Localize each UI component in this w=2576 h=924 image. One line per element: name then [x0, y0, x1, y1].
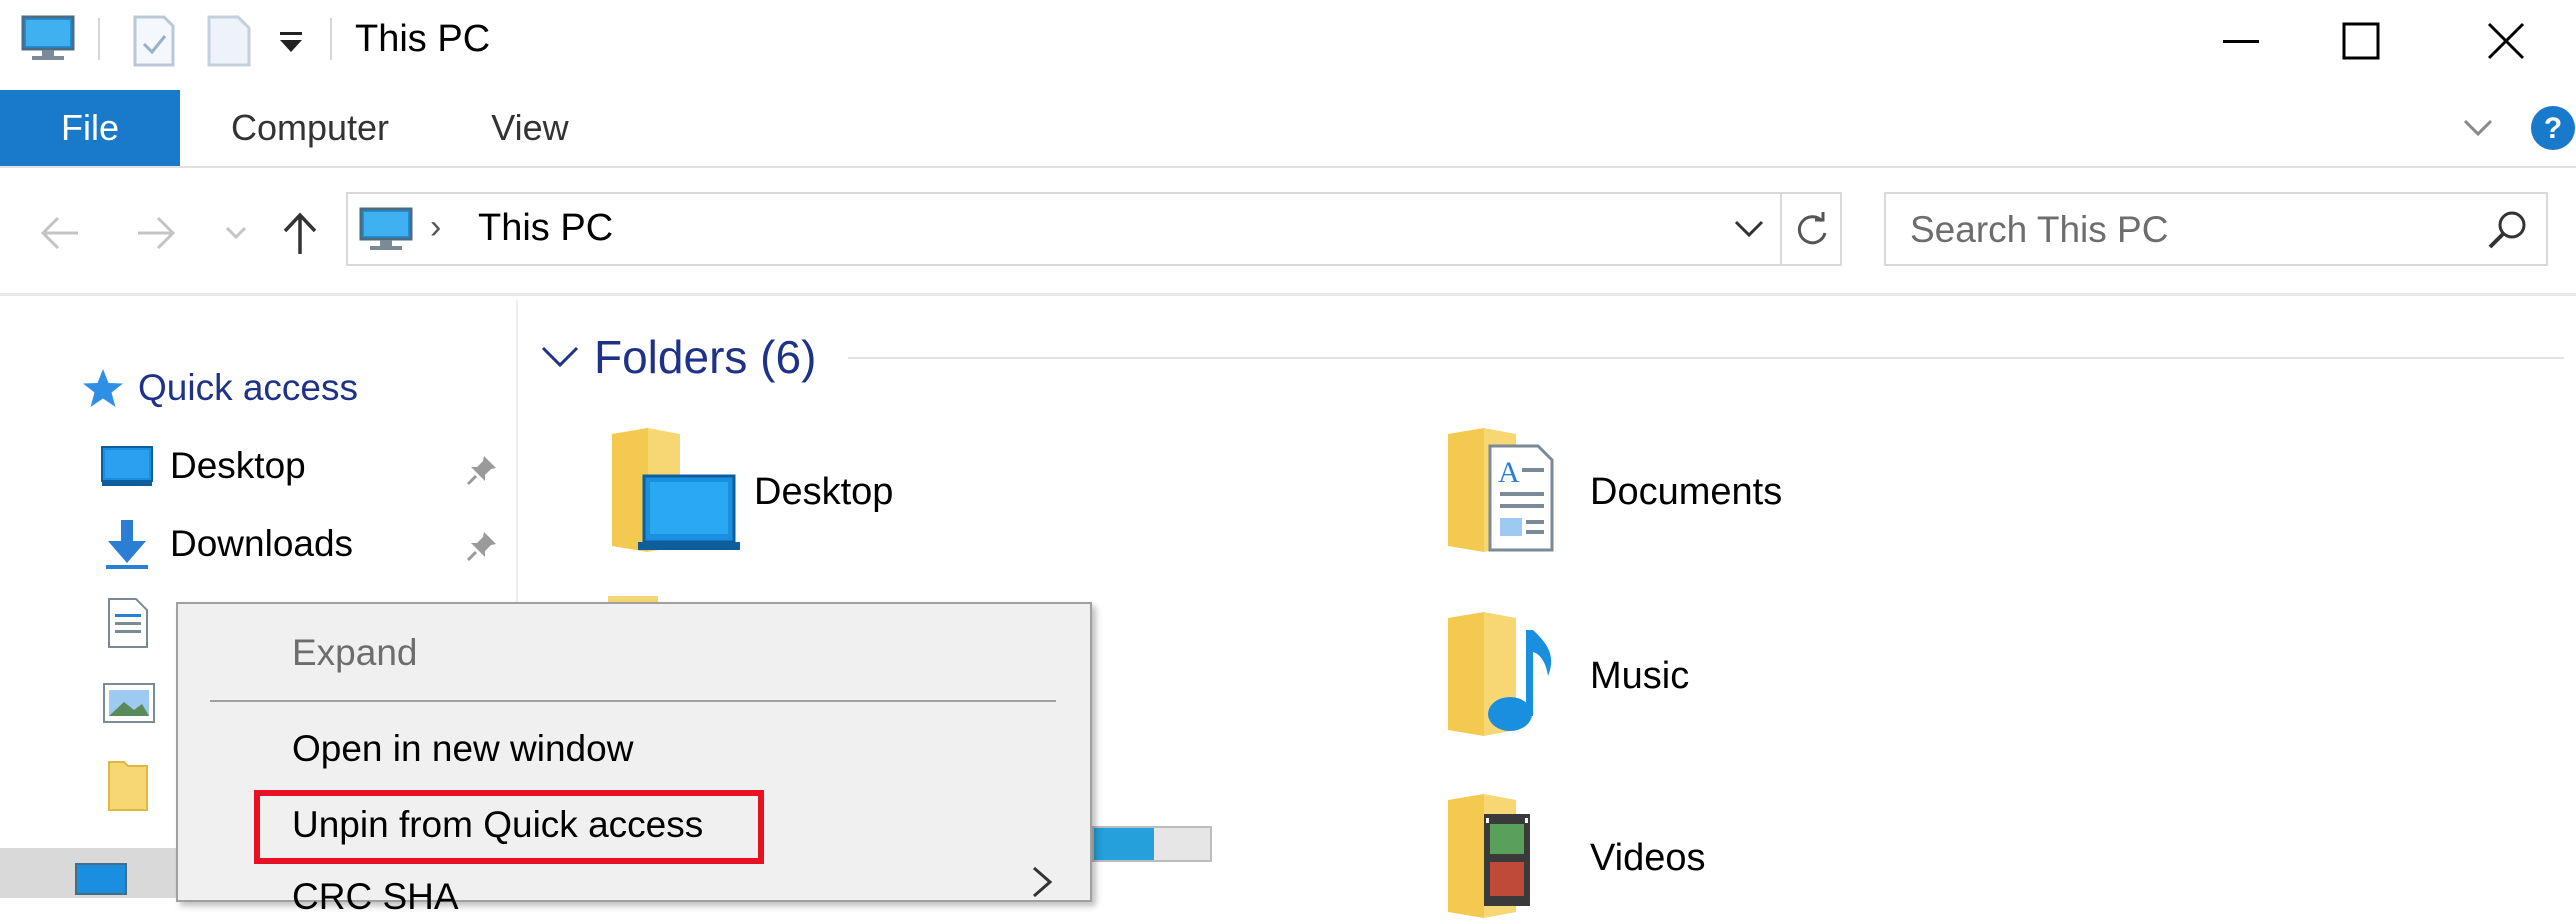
group-title: Folders (6): [594, 331, 817, 383]
drive-capacity-bar: [1092, 826, 1212, 862]
chevron-down-icon: [2463, 119, 2493, 137]
menu-item-unpin-quick-access[interactable]: Unpin from Quick access: [292, 804, 703, 846]
refresh-icon: [1797, 212, 1827, 245]
chevron-down-icon: [541, 346, 579, 368]
up-button[interactable]: [270, 198, 330, 268]
recent-locations-button[interactable]: [218, 198, 254, 268]
qat-separator: [98, 18, 100, 60]
breadcrumb-separator-icon[interactable]: ›: [430, 208, 441, 247]
sidebar-item-quick-access[interactable]: Quick access: [80, 356, 358, 420]
search-input[interactable]: [1910, 206, 2470, 254]
folder-desktop[interactable]: Desktop: [608, 426, 893, 558]
close-button[interactable]: [2436, 0, 2576, 82]
folder-label: Desktop: [754, 470, 894, 513]
tab-file[interactable]: File: [0, 90, 180, 166]
documents-folder-icon: A: [1448, 428, 1554, 552]
menu-item-crc-sha[interactable]: CRC SHA: [292, 876, 459, 918]
qat-separator: [330, 18, 332, 60]
address-history-dropdown[interactable]: [1720, 194, 1778, 264]
maximize-icon: [2342, 22, 2380, 60]
pin-icon[interactable]: [464, 452, 500, 493]
sidebar-item-label: Desktop: [170, 445, 306, 486]
address-bar[interactable]: › This PC: [346, 192, 1842, 266]
folders-group-header[interactable]: Folders (6): [540, 330, 816, 384]
sidebar-item-desktop[interactable]: Desktop: [100, 434, 306, 498]
context-menu: Expand Open in new window Unpin from Qui…: [176, 602, 1092, 917]
back-arrow-icon: [40, 216, 78, 250]
folder-icon[interactable]: [106, 756, 150, 819]
customize-toolbar-icon[interactable]: [276, 28, 306, 61]
forward-arrow-icon: [138, 216, 176, 250]
up-arrow-icon: [283, 212, 317, 254]
window-title: This PC: [355, 18, 491, 60]
folder-videos[interactable]: Videos: [1444, 792, 1706, 924]
download-arrow-icon: [106, 520, 148, 569]
close-icon: [2487, 22, 2525, 60]
sidebar-item-label: Downloads: [170, 523, 354, 564]
menu-separator: [210, 700, 1056, 702]
this-pc-icon[interactable]: [20, 14, 76, 69]
submenu-arrow-icon: [1030, 862, 1056, 907]
this-pc-icon: [358, 206, 414, 259]
sidebar-item-downloads[interactable]: Downloads: [100, 512, 353, 576]
menu-item-expand[interactable]: Expand: [292, 632, 418, 674]
desktop-folder-icon: [612, 428, 740, 552]
ribbon-tab-bar: File Computer View ?: [0, 90, 2576, 168]
folder-label: Videos: [1590, 836, 1706, 879]
folder-label: Music: [1590, 654, 1690, 697]
minimize-icon: [2223, 40, 2259, 43]
expand-ribbon-button[interactable]: [2462, 90, 2498, 166]
svg-text:?: ?: [2544, 112, 2562, 145]
title-bar: This PC: [0, 0, 2576, 82]
properties-icon[interactable]: [132, 14, 176, 73]
folder-music[interactable]: Music: [1444, 610, 1689, 742]
tab-computer[interactable]: Computer: [200, 90, 420, 166]
desktop-icon: [101, 446, 153, 486]
back-button[interactable]: [30, 198, 90, 268]
new-folder-icon[interactable]: [206, 14, 252, 73]
music-folder-icon: [1448, 612, 1552, 736]
svg-text:A: A: [1498, 456, 1520, 489]
search-icon[interactable]: [2486, 208, 2530, 257]
star-icon: [83, 369, 123, 407]
pin-icon[interactable]: [464, 528, 500, 569]
this-pc-icon: [75, 863, 127, 895]
chevron-down-icon: [1734, 220, 1764, 238]
menu-item-open-new-window[interactable]: Open in new window: [292, 728, 633, 770]
tab-view[interactable]: View: [450, 90, 610, 166]
refresh-button[interactable]: [1780, 194, 1842, 264]
group-divider: [848, 357, 2564, 359]
folder-documents[interactable]: A Documents: [1444, 426, 1782, 558]
folder-label: Documents: [1590, 470, 1783, 513]
search-box[interactable]: [1884, 192, 2548, 266]
help-button[interactable]: ?: [2530, 90, 2576, 166]
help-icon: ?: [2531, 106, 2575, 150]
pictures-icon[interactable]: [102, 682, 156, 729]
breadcrumb-this-pc[interactable]: This PC: [478, 207, 613, 250]
navigation-bar: › This PC: [0, 168, 2576, 296]
videos-folder-icon: [1448, 794, 1530, 918]
document-icon[interactable]: [106, 596, 150, 655]
chevron-down-icon: [225, 226, 247, 240]
sidebar-item-label: Quick access: [138, 367, 359, 408]
forward-button[interactable]: [126, 198, 186, 268]
maximize-button[interactable]: [2286, 0, 2436, 82]
